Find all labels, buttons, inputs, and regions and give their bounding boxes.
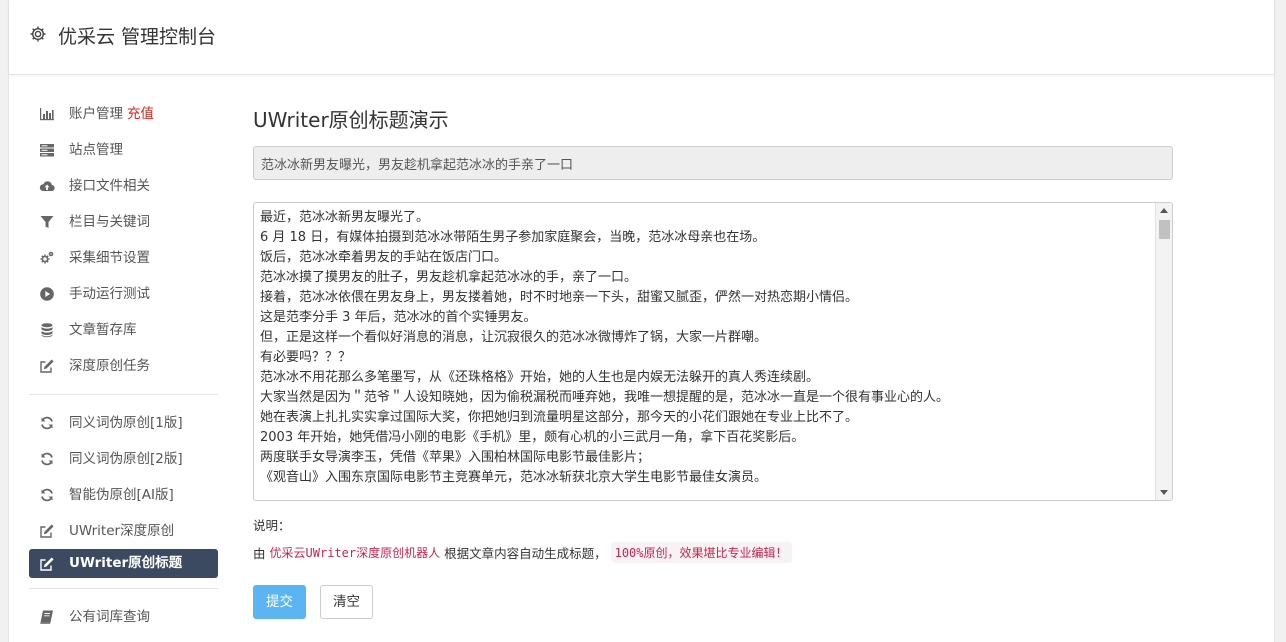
content-line: 接着，范冰冰依偎在男友身上，男友搂着她，时不时地亲一下头，甜蜜又腻歪，俨然一对热… — [260, 290, 859, 305]
content-line: 饭后，范冰冰牵着男友的手站在饭店门口。 — [260, 250, 508, 265]
play-circle-icon — [39, 286, 55, 302]
note-prefix: 由 — [253, 546, 266, 561]
edit-icon — [39, 556, 55, 572]
page-title: UWriter原创标题演示 — [253, 108, 449, 132]
sidebar-item-label: UWriter深度原创 — [69, 523, 175, 539]
content-line: 6 月 18 日，有媒体拍摄到范冰冰带陌生男子参加家庭聚会，当晚，范冰冰母亲也在… — [260, 230, 766, 245]
cloud-upload-icon — [39, 178, 55, 194]
sidebar-item-synonym-v1[interactable]: 同义词伪原创[1版] — [29, 405, 218, 441]
generated-title-field[interactable]: 范冰冰新男友曝光，男友趁机拿起范冰冰的手亲了一口 — [253, 146, 1173, 180]
sidebar-item-label: 智能伪原创[AI版] — [69, 487, 174, 503]
main-content: UWriter原创标题演示 范冰冰新男友曝光，男友趁机拿起范冰冰的手亲了一口 最… — [253, 96, 1173, 619]
refresh-icon — [39, 487, 55, 503]
sidebar-item-uwriter-deep[interactable]: UWriter深度原创 — [29, 513, 218, 549]
sidebar-item-collect-settings[interactable]: 采集细节设置 — [29, 240, 218, 276]
refresh-icon — [39, 415, 55, 431]
edit-icon — [39, 523, 55, 539]
book-icon — [39, 609, 55, 625]
sidebar: 账户管理 充值 站点管理 接口文件相关 栏目与关键词 采集细节设置 手动运行测试 … — [29, 96, 218, 635]
sidebar-item-deep-original-task[interactable]: 深度原创任务 — [29, 348, 218, 384]
sidebar-item-columns-keywords[interactable]: 栏目与关键词 — [29, 204, 218, 240]
content-line: 她在表演上扎扎实实拿过国际大奖，你把她归到流量明星这部分，那今天的小花们跟她在专… — [260, 410, 859, 425]
scroll-down-arrow[interactable] — [1160, 490, 1168, 495]
content-line: 最近，范冰冰新男友曝光了。 — [260, 210, 430, 225]
sidebar-item-public-lexicon[interactable]: 公有词库查询 — [29, 599, 218, 635]
bar-chart-icon — [39, 106, 55, 122]
server-icon — [39, 142, 55, 158]
sidebar-item-account[interactable]: 账户管理 充值 — [29, 96, 218, 132]
action-buttons: 提交 清空 — [253, 585, 1173, 619]
gear-icon — [29, 25, 47, 43]
content-line: 大家当然是因为＂范爷＂人设知晓她，因为偷税漏税而唾弃她，我唯一想提醒的是，范冰冰… — [260, 390, 950, 405]
sidebar-item-label: 手动运行测试 — [69, 286, 150, 302]
content-line: 但，正是这样一个看似好消息的消息，让沉寂很久的范冰冰微博炸了锅，大家一片群嘲。 — [260, 330, 768, 345]
robot-name-code: 优采云UWriter深度原创机器人 — [269, 546, 441, 560]
database-icon — [39, 322, 55, 338]
sidebar-item-uwriter-title[interactable]: UWriter原创标题 — [29, 549, 218, 578]
vertical-scrollbar[interactable] — [1155, 203, 1172, 500]
sidebar-item-manual-run[interactable]: 手动运行测试 — [29, 276, 218, 312]
content-line: 范冰冰摸了摸男友的肚子，男友趁机拿起范冰冰的手，亲了一口。 — [260, 270, 638, 285]
sidebar-item-label: 栏目与关键词 — [69, 214, 150, 230]
sidebar-item-synonym-v2[interactable]: 同义词伪原创[2版] — [29, 441, 218, 477]
content-line: 这是范李分手 3 年后，范冰冰的首个实锤男友。 — [260, 310, 537, 325]
refresh-icon — [39, 451, 55, 467]
sidebar-item-ai-rewrite[interactable]: 智能伪原创[AI版] — [29, 477, 218, 513]
note-middle: 根据文章内容自动生成标题， — [444, 546, 607, 561]
article-content-textarea[interactable]: 最近，范冰冰新男友曝光了。 6 月 18 日，有媒体拍摄到范冰冰带陌生男子参加家庭… — [253, 202, 1173, 501]
article-content-text: 最近，范冰冰新男友曝光了。 6 月 18 日，有媒体拍摄到范冰冰带陌生男子参加家庭… — [254, 203, 1172, 488]
edit-icon — [39, 358, 55, 374]
submit-button[interactable]: 提交 — [253, 585, 306, 619]
content-line: 两度联手女导演李玉，凭借《苹果》入围柏林国际电影节最佳影片； — [260, 450, 651, 465]
sidebar-item-label: 采集细节设置 — [69, 250, 150, 266]
content-line: 《观音山》入围东京国际电影节主竞赛单元，范冰冰斩获北京大学生电影节最佳女演员。 — [260, 470, 768, 485]
note-description: 由 优采云UWriter深度原创机器人 根据文章内容自动生成标题， 100%原创… — [253, 542, 1173, 563]
scroll-thumb[interactable] — [1159, 220, 1170, 239]
sidebar-item-label: 同义词伪原创[1版] — [69, 415, 183, 431]
sidebar-divider — [29, 394, 218, 395]
recharge-link[interactable]: 充值 — [127, 106, 154, 122]
app-title: 优采云 管理控制台 — [58, 26, 217, 48]
sidebar-item-article-storage[interactable]: 文章暂存库 — [29, 312, 218, 348]
top-bar: 优采云 管理控制台 — [9, 0, 1274, 75]
sidebar-item-label: 账户管理 — [69, 106, 123, 122]
sidebar-item-label: 接口文件相关 — [69, 178, 150, 194]
sidebar-item-label: 深度原创任务 — [69, 358, 150, 374]
content-line: 范冰冰不用花那么多笔墨写，从《还珠格格》开始，她的人生也是内娱无法躲开的真人秀连… — [260, 370, 820, 385]
content-line: 2003 年开始，她凭借冯小刚的电影《手机》里，颇有心机的小三武月一角，拿下百花… — [260, 430, 805, 445]
original-claim-code: 100%原创，效果堪比专业编辑！ — [610, 542, 792, 563]
sidebar-item-sites[interactable]: 站点管理 — [29, 132, 218, 168]
app-frame: 优采云 管理控制台 账户管理 充值 站点管理 接口文件相关 栏目与关键词 采集细节… — [8, 0, 1275, 642]
cogs-icon — [39, 250, 55, 266]
sidebar-divider — [29, 588, 218, 589]
sidebar-item-label: 站点管理 — [69, 142, 123, 158]
sidebar-item-label: 同义词伪原创[2版] — [69, 451, 183, 467]
content-line: 有必要吗？？？ — [260, 350, 352, 365]
sidebar-item-label: 文章暂存库 — [69, 322, 137, 338]
sidebar-item-interface-files[interactable]: 接口文件相关 — [29, 168, 218, 204]
note-label: 说明： — [253, 518, 291, 533]
sidebar-item-label: UWriter原创标题 — [69, 555, 183, 571]
sidebar-item-label: 公有词库查询 — [69, 609, 150, 625]
clear-button[interactable]: 清空 — [320, 585, 373, 619]
filter-icon — [39, 214, 55, 230]
scroll-up-arrow[interactable] — [1160, 208, 1168, 213]
